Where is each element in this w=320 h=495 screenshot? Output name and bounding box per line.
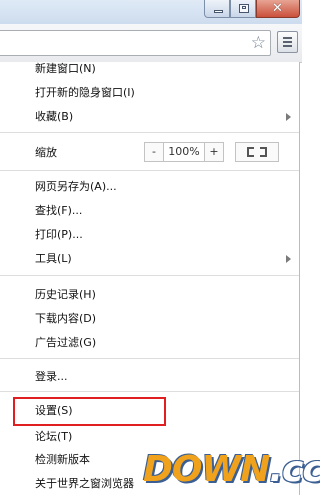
close-icon: ✕	[272, 1, 283, 16]
menu-item-ad-filter[interactable]: 广告过滤(G)	[35, 334, 96, 352]
submenu-arrow-icon	[286, 113, 291, 121]
title-bar: ✕	[0, 0, 302, 24]
restore-icon	[239, 4, 249, 13]
menu-item-tools[interactable]: 工具(L)	[35, 250, 72, 268]
menu-item-check-update[interactable]: 检测新版本	[35, 451, 90, 469]
address-bar[interactable]: ☆	[0, 30, 271, 56]
zoom-control: - 100% +	[144, 142, 224, 164]
settings-highlight-box	[13, 397, 166, 426]
zoom-label: 缩放	[35, 146, 57, 159]
menu-divider	[0, 391, 299, 392]
menu-divider	[0, 275, 299, 276]
minimize-button[interactable]	[204, 0, 230, 18]
menu-item-history[interactable]: 历史记录(H)	[35, 286, 96, 304]
menu-item-save-as[interactable]: 网页另存为(A)...	[35, 178, 117, 196]
menu-item-print[interactable]: 打印(P)...	[35, 226, 83, 244]
menu-item-downloads[interactable]: 下载内容(D)	[35, 310, 96, 328]
menu-item-new-window[interactable]: 新建窗口(N)	[35, 60, 96, 78]
submenu-arrow-icon	[286, 255, 291, 263]
menu-item-login[interactable]: 登录...	[35, 368, 68, 386]
fullscreen-button[interactable]	[235, 142, 279, 162]
zoom-out-button[interactable]: -	[144, 142, 164, 162]
zoom-level: 100%	[164, 142, 204, 162]
browser-menu: 新建窗口(N) 打开新的隐身窗口(I) 收藏(B) 缩放 - 100% + 网页…	[0, 62, 300, 495]
close-button[interactable]: ✕	[256, 0, 300, 18]
restore-button[interactable]	[230, 0, 256, 18]
menu-item-new-incognito[interactable]: 打开新的隐身窗口(I)	[35, 84, 135, 102]
menu-divider	[0, 358, 299, 359]
menu-button[interactable]	[277, 31, 298, 53]
menu-item-forum[interactable]: 论坛(T)	[35, 428, 72, 446]
watermark-suffix: .cc	[269, 449, 320, 490]
menu-divider	[0, 170, 299, 171]
menu-item-find[interactable]: 查找(F)...	[35, 202, 82, 220]
watermark-main: DOWN	[143, 449, 270, 490]
menu-item-bookmarks[interactable]: 收藏(B)	[35, 108, 73, 126]
menu-item-about[interactable]: 关于世界之窗浏览器	[35, 475, 134, 493]
star-icon[interactable]: ☆	[251, 33, 266, 53]
zoom-in-button[interactable]: +	[204, 142, 224, 162]
toolbar: ☆	[0, 24, 302, 63]
minimize-icon	[214, 10, 223, 13]
hamburger-icon	[283, 37, 292, 39]
window-controls: ✕	[204, 0, 300, 20]
menu-divider	[0, 132, 299, 133]
watermark-logo: DOWN.cc	[143, 449, 320, 490]
